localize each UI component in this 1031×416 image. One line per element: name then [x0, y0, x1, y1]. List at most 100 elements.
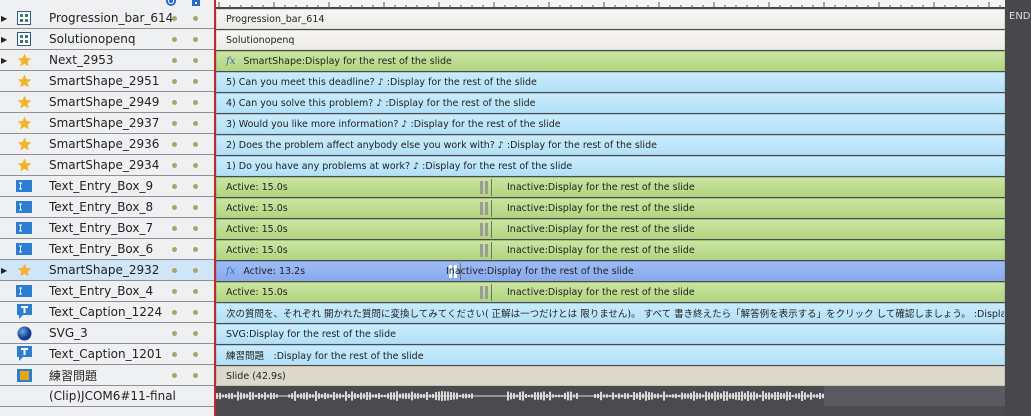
timeline-bar[interactable]: Active: 15.0s Inactive:Display for the re…	[216, 198, 1005, 218]
visibility-toggle[interactable]	[172, 79, 177, 84]
lock-toggle[interactable]	[193, 247, 198, 252]
visibility-toggle[interactable]	[172, 289, 177, 294]
visibility-toggle[interactable]	[172, 100, 177, 105]
layer-row[interactable]: Text_Caption_1201	[0, 344, 215, 365]
timeline-bar[interactable]: 1) Do you have any problems at work? ♪ :…	[216, 156, 1005, 176]
lock-toggle[interactable]	[193, 268, 198, 273]
lock-toggle[interactable]	[193, 142, 198, 147]
visibility-toggle[interactable]	[172, 142, 177, 147]
lock-toggle[interactable]	[193, 16, 198, 21]
lock-icon[interactable]	[191, 0, 201, 6]
expand-arrow-icon[interactable]: ▶	[0, 56, 10, 65]
layer-row[interactable]: ▶ Solutionopenq	[0, 29, 215, 50]
layer-row[interactable]: Text_Entry_Box_7	[0, 218, 215, 239]
layer-name: SmartShape_2937	[49, 116, 160, 130]
lock-toggle[interactable]	[193, 373, 198, 378]
visibility-toggle[interactable]	[172, 184, 177, 189]
visibility-toggle[interactable]	[172, 268, 177, 273]
lock-toggle[interactable]	[193, 163, 198, 168]
timeline-bar[interactable]: Progression_bar_614	[216, 9, 1005, 29]
visibility-toggle[interactable]	[172, 331, 177, 336]
timeline-bar[interactable]: SVG:Display for the rest of the slide	[216, 324, 1005, 344]
pause-handle[interactable]	[480, 181, 489, 194]
lock-toggle[interactable]	[193, 205, 198, 210]
audio-waveform[interactable]	[216, 386, 1005, 406]
layer-row[interactable]: SmartShape_2951	[0, 71, 215, 92]
timeline-bar[interactable]: 次の質問を、それぞれ 開かれた質問に変換してみてください( 正解は一つだけとは …	[216, 303, 1005, 323]
timeline-bar[interactable]: Active: 15.0s Inactive:Display for the re…	[216, 282, 1005, 302]
visibility-toggle[interactable]	[172, 226, 177, 231]
lock-toggle[interactable]	[193, 226, 198, 231]
timeline-bar[interactable]: Slide (42.9s)	[216, 366, 1005, 386]
wave-sample	[714, 391, 716, 401]
timeline-bar[interactable]: 5) Can you meet this deadline? ♪ :Displa…	[216, 72, 1005, 92]
pause-handle[interactable]	[480, 202, 489, 215]
visibility-toggle[interactable]	[172, 58, 177, 63]
pause-handle[interactable]	[480, 286, 489, 299]
layer-row[interactable]: SmartShape_2949	[0, 92, 215, 113]
layer-row[interactable]: ▶ Progression_bar_614	[0, 8, 215, 29]
expand-arrow-icon[interactable]: ▶	[0, 14, 10, 23]
timeline-bar[interactable]: 練習問題 :Display for the rest of the slide	[216, 345, 1005, 365]
layer-name: SmartShape_2951	[49, 74, 160, 88]
lock-toggle[interactable]	[193, 58, 198, 63]
wave-sample	[552, 394, 554, 398]
layer-row[interactable]: SmartShape_2934	[0, 155, 215, 176]
playhead[interactable]	[214, 0, 216, 416]
visibility-toggle[interactable]	[172, 37, 177, 42]
wave-sample	[366, 391, 368, 401]
layer-row[interactable]: ▶ Next_2953	[0, 50, 215, 71]
timeline-bar[interactable]: fx Active: 13.2s Inactive:Display for the …	[216, 261, 1005, 281]
timeline-bar[interactable]: Active: 15.0s Inactive:Display for the re…	[216, 177, 1005, 197]
lock-toggle[interactable]	[193, 331, 198, 336]
layer-row[interactable]: SmartShape_2936	[0, 134, 215, 155]
wave-sample	[621, 394, 623, 398]
timeline-ruler[interactable]	[215, 0, 1005, 8]
layer-row[interactable]: 練習問題	[0, 365, 215, 386]
inactive-label: Inactive:Display for the rest of the sli…	[446, 265, 634, 277]
pause-handle[interactable]	[480, 244, 489, 257]
expand-arrow-icon[interactable]: ▶	[0, 35, 10, 44]
wave-sample	[321, 394, 323, 398]
timeline-bar[interactable]: Active: 15.0s Inactive:Display for the re…	[216, 219, 1005, 239]
visibility-toggle[interactable]	[172, 163, 177, 168]
layer-row[interactable]: (Clip)JCOM6#11-final.wav	[0, 386, 215, 407]
visibility-toggle[interactable]	[172, 352, 177, 357]
visibility-toggle[interactable]	[172, 373, 177, 378]
visibility-toggle[interactable]	[172, 310, 177, 315]
timeline-bar[interactable]: Active: 15.0s Inactive:Display for the re…	[216, 240, 1005, 260]
bar-label: Active: 15.0s	[226, 202, 288, 214]
visibility-toggle[interactable]	[172, 247, 177, 252]
layer-row[interactable]: Text_Entry_Box_9	[0, 176, 215, 197]
eye-icon[interactable]	[166, 0, 176, 6]
pause-handle[interactable]	[480, 223, 489, 236]
wave-sample	[333, 391, 335, 401]
visibility-toggle[interactable]	[172, 205, 177, 210]
wave-sample	[753, 391, 755, 401]
timeline-bar[interactable]: 2) Does the problem affect anybody else …	[216, 135, 1005, 155]
lock-toggle[interactable]	[193, 310, 198, 315]
layer-row[interactable]: ▶ SmartShape_2932	[0, 260, 215, 281]
wave-sample	[438, 391, 440, 401]
layer-row[interactable]: SmartShape_2937	[0, 113, 215, 134]
lock-toggle[interactable]	[193, 352, 198, 357]
lock-toggle[interactable]	[193, 79, 198, 84]
lock-toggle[interactable]	[193, 37, 198, 42]
lock-toggle[interactable]	[193, 289, 198, 294]
expand-arrow-icon[interactable]: ▶	[0, 266, 10, 275]
lock-toggle[interactable]	[193, 100, 198, 105]
layer-row[interactable]: SVG_3	[0, 323, 215, 344]
layer-row[interactable]: Text_Caption_1224	[0, 302, 215, 323]
timeline-bar[interactable]: fx SmartShape:Display for the rest of the…	[216, 51, 1005, 71]
layer-row[interactable]: Text_Entry_Box_6	[0, 239, 215, 260]
timeline-bar[interactable]: 3) Would you like more information? ♪ :D…	[216, 114, 1005, 134]
wave-sample	[378, 393, 380, 399]
timeline-bar[interactable]: Solutionopenq	[216, 30, 1005, 50]
layer-row[interactable]: Text_Entry_Box_4	[0, 281, 215, 302]
layer-row[interactable]: Text_Entry_Box_8	[0, 197, 215, 218]
visibility-toggle[interactable]	[172, 16, 177, 21]
visibility-toggle[interactable]	[172, 121, 177, 126]
timeline-bar[interactable]: 4) Can you solve this problem? ♪ :Displa…	[216, 93, 1005, 113]
lock-toggle[interactable]	[193, 184, 198, 189]
lock-toggle[interactable]	[193, 121, 198, 126]
